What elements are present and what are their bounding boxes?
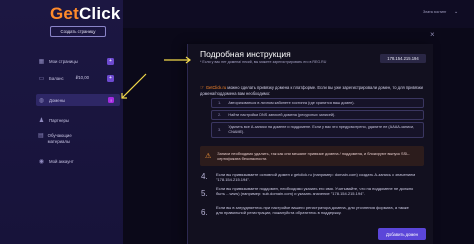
- step-box-1: 1. Авторизоваться в личном кабинете хост…: [211, 98, 424, 108]
- create-page-button[interactable]: Создать страницу: [50, 26, 106, 37]
- chevron-down-icon[interactable]: ⌄: [454, 9, 458, 15]
- step-number: 5.: [201, 189, 208, 198]
- topup-icon[interactable]: +: [106, 74, 114, 82]
- pages-icon: ▦: [38, 58, 45, 65]
- education-icon: ▤: [38, 132, 44, 139]
- sidebar-item-partners[interactable]: ♟ Партнеры: [38, 114, 118, 126]
- sidebar-item-label: Обучающие материалы: [47, 133, 72, 144]
- ip-address-field[interactable]: 178.154.215.194: [380, 54, 426, 63]
- wallet-icon: ▭: [38, 75, 45, 82]
- globe-icon: ◍: [38, 97, 45, 104]
- warning-box: ⚠ Записи необходимо удалить, так как они…: [200, 146, 424, 166]
- step-number: 6.: [201, 208, 208, 217]
- step-text: Если вы привязываете основной домен к ge…: [216, 172, 416, 183]
- intro-body: можно сделать привязку домена к платформ…: [200, 85, 423, 97]
- step-box-2: 2. Найти настройки DNS записей домена (р…: [211, 110, 424, 120]
- sidebar-item-label: Мои страницы: [49, 58, 78, 64]
- intro-brand: GetClick.ru: [205, 85, 227, 90]
- sidebar-item-label: Домены: [49, 97, 66, 103]
- panel-subtitle: * Если у вас нет домена/ некий, вы может…: [200, 60, 327, 64]
- step-number: 3.: [218, 126, 222, 132]
- sidebar-item-domains[interactable]: ◍ Домены !: [36, 94, 120, 106]
- sidebar: GetClick Создать страницу ▦ Мои страницы…: [0, 0, 123, 244]
- account-icon: ◉: [38, 158, 45, 165]
- add-page-icon[interactable]: +: [107, 57, 114, 65]
- sidebar-item-balance[interactable]: ▭ Баланс ₽10,00 +: [38, 72, 118, 84]
- step-text: Авторизоваться в личном кабинете хостинг…: [228, 100, 355, 105]
- step-6-text: Если вы в затрудняетесь при настройке ва…: [216, 205, 409, 216]
- step-4-text: Если вы привязываете основной домен к ge…: [216, 172, 416, 183]
- sidebar-item-label: Баланс: [49, 75, 64, 81]
- sidebar-item-label: Партнеры: [49, 117, 69, 123]
- step-number: 4.: [201, 172, 208, 181]
- add-domain-button[interactable]: Добавить домен: [378, 228, 426, 240]
- sidebar-item-pages[interactable]: ▦ Мои страницы +: [38, 55, 118, 67]
- getclick-logo[interactable]: GetClick: [50, 4, 121, 24]
- user-name[interactable]: Злата хостинг: [423, 10, 446, 14]
- sidebar-item-label: Мой аккаунт: [49, 158, 74, 164]
- warning-text: Записи необходимо удалить, так как они м…: [217, 151, 410, 161]
- warning-icon: ⚠: [205, 152, 212, 160]
- step-number: 2.: [218, 111, 222, 117]
- step-5-text: Если вы привязываете поддомен, необходим…: [216, 186, 414, 197]
- domains-badge: !: [108, 97, 114, 103]
- balance-value: ₽10,00: [75, 75, 90, 80]
- close-icon[interactable]: ×: [430, 30, 435, 39]
- step-number: 1.: [218, 99, 222, 105]
- step-text: Удалить все A-записи на домене и поддоме…: [228, 125, 415, 134]
- panel-title: Подробная инструкция: [200, 49, 291, 59]
- intro-text: ☞ GetClick.ru можно сделать привязку дом…: [200, 85, 428, 96]
- sidebar-item-education[interactable]: ▤ Обучающие материалы: [38, 133, 82, 149]
- sidebar-item-account[interactable]: ◉ Мой аккаунт: [38, 155, 118, 167]
- step-text: Найти настройки DNS записей домена (ресу…: [228, 112, 336, 117]
- step-box-3: 3. Удалить все A-записи на домене и подд…: [211, 122, 424, 138]
- top-bar: Злата хостинг ⌄: [123, 0, 474, 28]
- partners-icon: ♟: [38, 117, 45, 124]
